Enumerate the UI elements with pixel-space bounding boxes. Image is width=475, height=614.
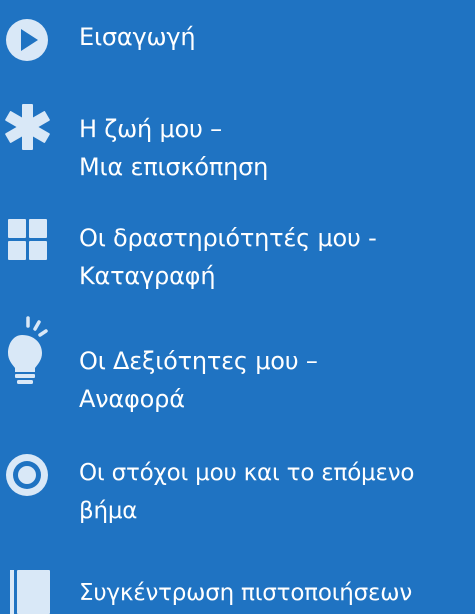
label-line: Αναφορά: [79, 385, 185, 413]
label-line: Η ζωή μου –: [79, 115, 222, 143]
menu-item-certifications[interactable]: Συγκέντρωση πιστοποιήσεων: [0, 570, 475, 614]
menu-item-label: Συγκέντρωση πιστοποιήσεων: [79, 574, 412, 612]
menu-item-skills[interactable]: Οι Δεξιότητες μου – Αναφορά: [0, 316, 475, 413]
main-menu: Εισαγωγή Η ζωή μου – Μια επισκόπηση Οι δ…: [0, 0, 475, 614]
menu-item-label: Η ζωή μου – Μια επισκόπηση: [79, 110, 268, 186]
label-line: Καταγραφή: [79, 262, 216, 290]
grid-icon: [4, 217, 50, 263]
label-line: βήμα: [79, 498, 138, 524]
label-line: Εισαγωγή: [79, 23, 196, 51]
folder-icon: [4, 570, 50, 614]
menu-item-activities[interactable]: Οι δραστηριότητές μου - Καταγραφή: [0, 217, 475, 297]
label-line: Οι στόχοι μου και το επόμενο: [79, 460, 415, 486]
asterisk-icon: [4, 104, 50, 150]
menu-item-label: Εισαγωγή: [79, 18, 196, 56]
menu-item-label: Οι Δεξιότητες μου – Αναφορά: [79, 342, 318, 418]
target-icon: [4, 452, 50, 498]
label-line: Μια επισκόπηση: [79, 153, 269, 181]
menu-item-label: Οι δραστηριότητές μου - Καταγραφή: [79, 219, 377, 295]
menu-item-goals[interactable]: Οι στόχοι μου και το επόμενο βήμα: [0, 452, 475, 532]
label-line: Συγκέντρωση πιστοποιήσεων: [79, 580, 412, 606]
label-line: Οι δραστηριότητές μου -: [79, 224, 377, 252]
menu-item-label: Οι στόχοι μου και το επόμενο βήμα: [79, 454, 414, 530]
menu-item-introduction[interactable]: Εισαγωγή: [0, 14, 475, 64]
menu-item-my-life[interactable]: Η ζωή μου – Μια επισκόπηση: [0, 104, 475, 184]
lightbulb-icon: [4, 316, 50, 386]
play-circle-icon: [4, 17, 50, 63]
label-line: Οι Δεξιότητες μου –: [79, 347, 318, 375]
